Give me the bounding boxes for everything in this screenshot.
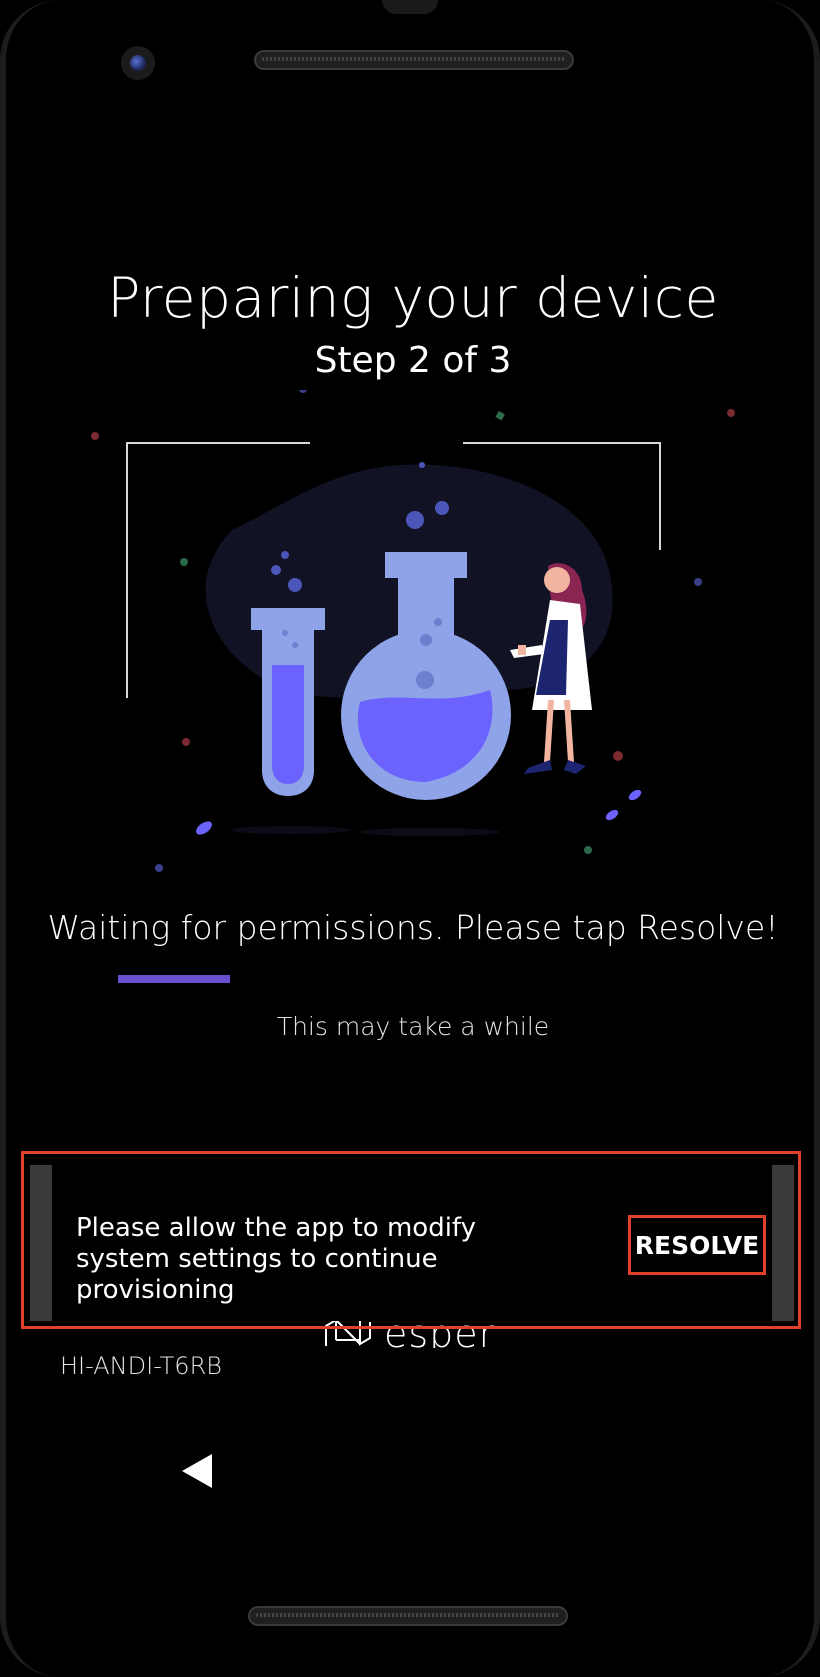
back-triangle-icon[interactable]	[180, 1452, 214, 1490]
earpiece-speaker	[254, 50, 574, 70]
step-indicator: Step 2 of 3	[314, 340, 512, 381]
status-message: Waiting for permissions. Please tap Reso…	[47, 908, 779, 947]
device-id-label: HI-ANDI-T6RB	[60, 1352, 222, 1380]
page-title: Preparing your device	[107, 266, 719, 330]
bottom-speaker	[248, 1606, 568, 1626]
front-camera-icon	[121, 46, 155, 80]
phone-notch	[382, 0, 438, 14]
progress-fill	[118, 975, 230, 983]
progress-bar	[118, 975, 706, 983]
scientist-lab-flasks-illustration	[91, 390, 735, 872]
test-tube	[251, 608, 325, 796]
wait-hint: This may take a while	[276, 1012, 550, 1041]
ground-shadow	[360, 828, 500, 836]
snackbar-highlight	[21, 1151, 801, 1329]
ground-shadow	[230, 826, 350, 834]
